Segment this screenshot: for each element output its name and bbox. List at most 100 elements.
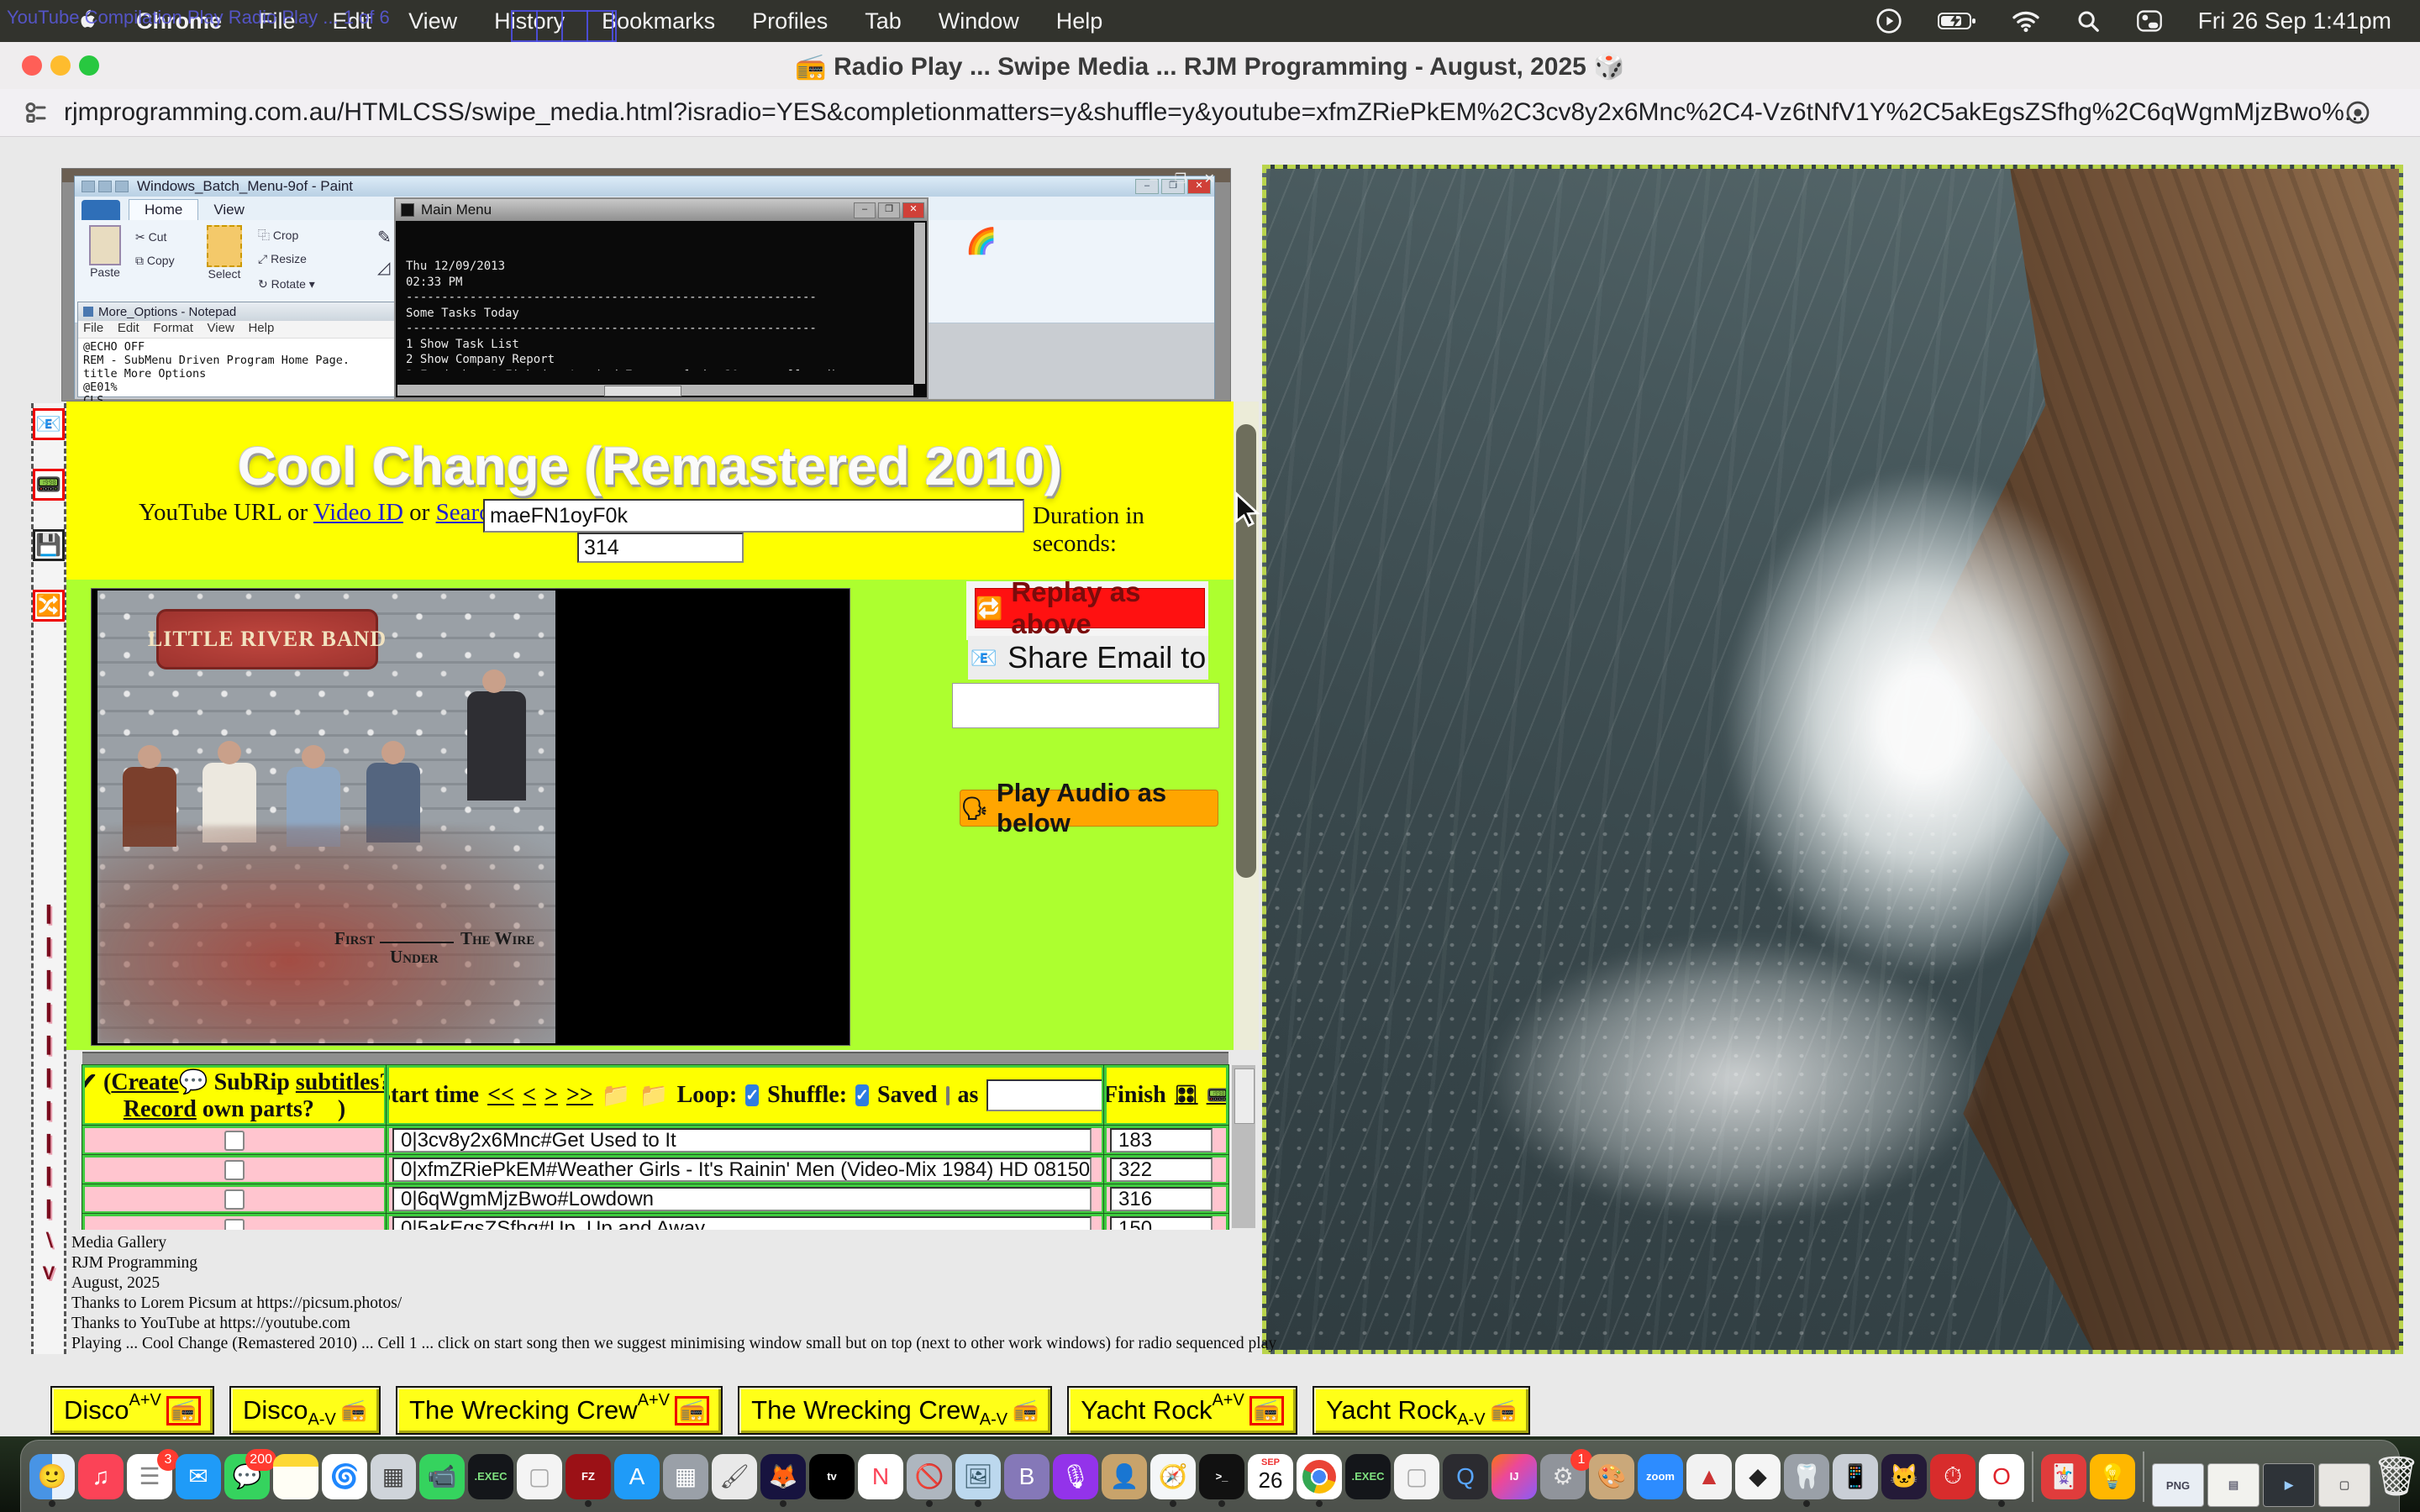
dock-apple-tv[interactable]: tv bbox=[809, 1454, 855, 1499]
menu-item[interactable]: Tab bbox=[865, 8, 902, 34]
mixer-icon[interactable]: 🎛 bbox=[1175, 1084, 1198, 1106]
dock-minimized-window-chrome[interactable]: ▢ bbox=[2318, 1463, 2370, 1507]
forward-fast-button[interactable]: >> bbox=[566, 1082, 593, 1109]
url-text[interactable]: rjmprogramming.com.au/HTMLCSS/swipe_medi… bbox=[64, 98, 2365, 127]
record-link[interactable]: Record bbox=[124, 1096, 197, 1122]
dock-inkscape[interactable]: ◆ bbox=[1735, 1454, 1781, 1499]
dock-app-store[interactable]: A bbox=[614, 1454, 660, 1499]
shuffle-icon[interactable]: 🔀 bbox=[33, 590, 65, 622]
playlist-button[interactable]: The Wrecking Crew A+V 📻 bbox=[396, 1386, 723, 1435]
playlist-button[interactable]: The Wrecking Crew A-V 📻 bbox=[738, 1386, 1052, 1435]
dock-minimized-window-media[interactable]: ▶ bbox=[2263, 1463, 2315, 1507]
dock-minimized-window-png[interactable]: PNG bbox=[2152, 1463, 2204, 1507]
dock-notes[interactable] bbox=[273, 1454, 318, 1499]
play-audio-button[interactable]: 🗣Play Audio as below bbox=[960, 790, 1218, 827]
dock-exec-app-2[interactable]: .EXEC bbox=[1345, 1454, 1391, 1499]
row-checkbox[interactable] bbox=[224, 1189, 245, 1210]
dock-reminders[interactable]: ☰ 3 bbox=[127, 1454, 172, 1499]
spotlight-search-icon[interactable] bbox=[2075, 8, 2101, 34]
dock-finder[interactable]: 🙂 bbox=[29, 1454, 75, 1499]
dock-filezilla[interactable]: FZ bbox=[566, 1454, 611, 1499]
menu-item[interactable]: Bookmarks bbox=[602, 8, 715, 34]
video-id-link[interactable]: Video ID bbox=[313, 499, 403, 526]
dock-news[interactable]: N bbox=[858, 1454, 903, 1499]
dock-zoom[interactable]: zoom bbox=[1638, 1454, 1683, 1499]
dock-facetime[interactable]: 📹 bbox=[419, 1454, 465, 1499]
menu-item[interactable]: View bbox=[408, 8, 457, 34]
folder-icon[interactable]: 📁 bbox=[602, 1081, 631, 1110]
dock-messages[interactable]: 💬 200 bbox=[224, 1454, 270, 1499]
rewind-button[interactable]: < bbox=[523, 1082, 536, 1109]
dock-wave-app[interactable]: 🌀 bbox=[322, 1454, 367, 1499]
eye-icon[interactable] bbox=[2343, 99, 2373, 126]
dock-mail[interactable]: ✉ bbox=[176, 1454, 221, 1499]
dock-document[interactable]: ▢ bbox=[517, 1454, 562, 1499]
menu-item[interactable]: Window bbox=[939, 8, 1019, 34]
menu-clock[interactable]: Fri 26 Sep 1:41pm bbox=[2198, 8, 2391, 34]
dock-launchpad[interactable]: ▦ bbox=[371, 1454, 416, 1499]
dock-lightbulb-app[interactable]: 💡 bbox=[2090, 1454, 2135, 1499]
dock-music[interactable]: ♫ bbox=[78, 1454, 124, 1499]
dock-gauge-app[interactable]: ⏱ bbox=[1930, 1454, 1975, 1499]
dock-tooth-app[interactable]: 🦷 bbox=[1784, 1454, 1829, 1499]
saved-as-input[interactable] bbox=[986, 1079, 1104, 1111]
replay-button[interactable]: 🔁Replay as above bbox=[975, 588, 1205, 628]
album-video-cell[interactable]: LITTLE RIVER BAND First The Wire Under bbox=[91, 588, 850, 1046]
computer-icon[interactable]: 📟 bbox=[1207, 1084, 1228, 1106]
dock-contacts-tan[interactable]: 👤 bbox=[1102, 1454, 1147, 1499]
finish-seconds-input[interactable]: 316 bbox=[1110, 1187, 1213, 1211]
finish-seconds-input[interactable]: 183 bbox=[1110, 1128, 1213, 1152]
video-frame[interactable]: – ❐ ✕ Windows_Batch_Menu-9of - Paint –❐✕… bbox=[61, 168, 1231, 402]
saved-checkbox[interactable] bbox=[946, 1086, 950, 1105]
song-id-input[interactable]: 0|xfmZRiePkEM#Weather Girls - It's Raini… bbox=[392, 1158, 1092, 1182]
floppy-icon[interactable]: 💾 bbox=[33, 529, 65, 561]
computer-icon[interactable]: 📟 bbox=[33, 469, 65, 501]
video-playback-icon[interactable] bbox=[1876, 8, 1902, 34]
dock-podcasts[interactable]: 🎙 bbox=[1053, 1454, 1098, 1499]
dock-blocked-app[interactable]: 🚫 bbox=[907, 1454, 952, 1499]
playlist-button[interactable]: Yacht Rock A-V 📻 bbox=[1313, 1386, 1530, 1435]
tab-groups-icon[interactable] bbox=[22, 97, 52, 128]
dock-keypad-app[interactable]: ▦ bbox=[663, 1454, 708, 1499]
create-link[interactable]: Create bbox=[111, 1069, 178, 1095]
rewind-fast-button[interactable]: << bbox=[487, 1082, 514, 1109]
dock-intellij[interactable]: IJ bbox=[1491, 1454, 1537, 1499]
dock-trash[interactable]: 🗑 bbox=[2374, 1454, 2419, 1499]
battery-icon[interactable] bbox=[1938, 11, 1976, 31]
dock-safari[interactable]: 🧭 bbox=[1150, 1454, 1196, 1499]
loop-checkbox[interactable]: ✓ bbox=[745, 1084, 759, 1106]
shuffle-checkbox[interactable]: ✓ bbox=[855, 1084, 869, 1106]
table-scrollbar[interactable] bbox=[1232, 1065, 1255, 1228]
url-bar[interactable]: rjmprogramming.com.au/HTMLCSS/swipe_medi… bbox=[0, 89, 2420, 137]
song-id-input[interactable]: 0|3cv8y2x6Mnc#Get Used to It bbox=[392, 1128, 1092, 1152]
row-checkbox[interactable] bbox=[224, 1131, 245, 1151]
subtitles-link[interactable]: subtitles? bbox=[296, 1069, 387, 1095]
dock-firefox[interactable]: 🦊 bbox=[760, 1454, 806, 1499]
table-scrollbar-thumb[interactable] bbox=[1234, 1068, 1255, 1124]
dock-minimized-window-page[interactable]: ▤ bbox=[2207, 1463, 2260, 1507]
row-checkbox[interactable] bbox=[224, 1160, 245, 1180]
playlist-button[interactable]: Disco A-V 📻 bbox=[229, 1386, 381, 1435]
email-icon[interactable]: 📧 bbox=[33, 408, 65, 440]
playlist-button[interactable]: Disco A+V 📻 bbox=[50, 1386, 214, 1435]
finish-seconds-input[interactable]: 322 bbox=[1110, 1158, 1213, 1182]
dock-screenshot-app[interactable]: 🖼 bbox=[955, 1454, 1001, 1499]
dock-system-settings[interactable]: ⚙ 1 bbox=[1540, 1454, 1586, 1499]
dock-exec-app[interactable]: .EXEC bbox=[468, 1454, 513, 1499]
control-center-icon[interactable] bbox=[2136, 9, 2163, 33]
dock-calendar[interactable]: SEP 26 bbox=[1248, 1454, 1293, 1499]
dock-bible-app[interactable]: B bbox=[1004, 1454, 1050, 1499]
dock-iphone-mirroring[interactable]: 📱 bbox=[1833, 1454, 1878, 1499]
song-id-input[interactable]: 0|6qWgmMjzBwo#Lowdown bbox=[392, 1187, 1092, 1211]
wifi-icon[interactable] bbox=[2012, 9, 2040, 33]
menu-item[interactable]: Profiles bbox=[752, 8, 828, 34]
dock-opera[interactable]: O bbox=[1979, 1454, 2024, 1499]
dock-paint-palette[interactable]: 🎨 bbox=[1589, 1454, 1634, 1499]
dock-cat-game[interactable]: 🐱 bbox=[1881, 1454, 1927, 1499]
dock-prism-app[interactable]: ▲ bbox=[1686, 1454, 1732, 1499]
menu-item[interactable]: Help bbox=[1056, 8, 1103, 34]
share-email-input[interactable] bbox=[952, 683, 1219, 728]
playlist-button[interactable]: Yacht Rock A+V 📻 bbox=[1067, 1386, 1297, 1435]
dock-gimp[interactable]: 🖌 bbox=[712, 1454, 757, 1499]
dock-quicktime[interactable]: Q bbox=[1443, 1454, 1488, 1499]
